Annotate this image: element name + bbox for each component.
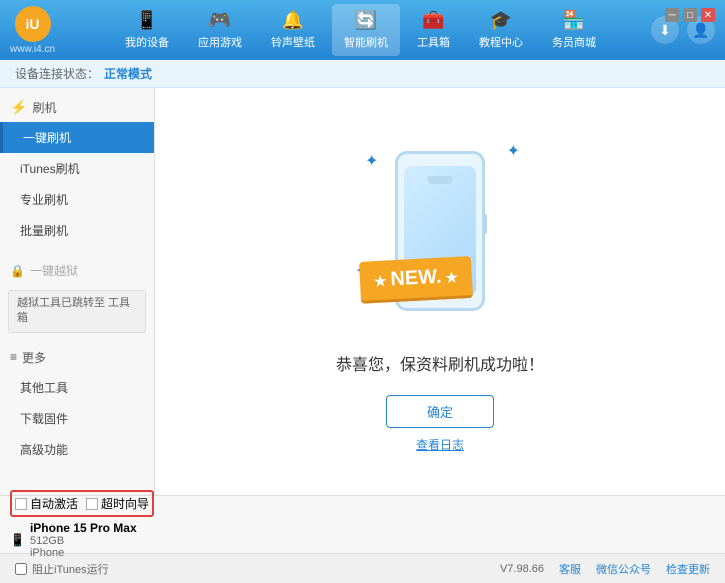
timed-guide-checkbox[interactable] xyxy=(86,498,98,510)
jailbreak-section: 🔒 一键越狱 越狱工具已跳转至 工具箱 xyxy=(0,251,154,343)
sidebar: ⚡ 刷机 一键刷机 iTunes刷机 专业刷机 批量刷机 🔒 一键越狱 越狱工具 xyxy=(0,88,155,495)
confirm-button[interactable]: 确定 xyxy=(386,395,494,428)
phone-notch xyxy=(428,176,453,184)
nav-tutorial[interactable]: 🎓 教程中心 xyxy=(467,4,535,56)
sidebar-itunes-flash[interactable]: iTunes刷机 xyxy=(0,153,154,184)
flash-icon: 🔄 xyxy=(355,10,377,31)
sidebar-batch-flash[interactable]: 批量刷机 xyxy=(0,215,154,246)
nav-smart-flash[interactable]: 🔄 智能刷机 xyxy=(332,4,400,56)
logo-icon: iU xyxy=(15,6,51,42)
top-nav-bar: iU www.i4.cn 📱 我的设备 🎮 应用游戏 🔔 铃声壁纸 🔄 智能刷机… xyxy=(0,0,725,60)
jailbreak-disabled: 🔒 一键越狱 xyxy=(0,256,154,285)
more-section: ≡ 更多 其他工具 下载固件 高级功能 xyxy=(0,343,154,465)
logo-area: iU www.i4.cn xyxy=(10,6,55,55)
close-button[interactable]: ✕ xyxy=(701,8,715,22)
device-storage: 512GB xyxy=(30,535,137,547)
minimize-button[interactable]: ─ xyxy=(665,8,679,22)
nav-my-device[interactable]: 📱 我的设备 xyxy=(113,4,181,56)
service-link[interactable]: 客服 xyxy=(559,561,581,577)
block-itunes-checkbox[interactable] xyxy=(15,563,27,575)
nav-toolbox[interactable]: 🧰 工具箱 xyxy=(405,4,462,56)
phone-illustration: ✦ ✦ ✦ NEW. xyxy=(350,131,530,331)
flash-header: ⚡ 刷机 xyxy=(0,93,154,122)
lock-icon: 🔒 xyxy=(10,264,25,278)
nav-bar: 📱 我的设备 🎮 应用游戏 🔔 铃声壁纸 🔄 智能刷机 🧰 工具箱 🎓 教程中心… xyxy=(70,4,651,56)
main-content: ✦ ✦ ✦ NEW. 恭喜您，保资料刷机成功啦！ 确定 查看日志 xyxy=(155,88,725,495)
nav-service[interactable]: 🏪 务员商城 xyxy=(540,4,608,56)
nav-ringtones[interactable]: 🔔 铃声壁纸 xyxy=(259,4,327,56)
flash-section: ⚡ 刷机 一键刷机 iTunes刷机 专业刷机 批量刷机 xyxy=(0,88,154,251)
flash-header-label: 刷机 xyxy=(32,99,56,116)
status-label: 设备连接状态： xyxy=(15,65,99,82)
main-layout: ⚡ 刷机 一键刷机 iTunes刷机 专业刷机 批量刷机 🔒 一键越狱 越狱工具 xyxy=(0,88,725,495)
apps-icon: 🎮 xyxy=(209,10,231,31)
device-type: iPhone xyxy=(30,547,137,559)
device-bar: 自动激活 超时向导 📱 iPhone 15 Pro Max 512GB iPho… xyxy=(0,495,725,553)
bottom-left: 阻止iTunes运行 xyxy=(15,561,109,577)
maximize-button[interactable]: □ xyxy=(683,8,697,22)
timed-guide-label[interactable]: 超时向导 xyxy=(86,495,149,512)
sparkle-top-left: ✦ xyxy=(365,151,378,171)
check-update-link[interactable]: 检查更新 xyxy=(666,561,710,577)
phone-button xyxy=(483,214,487,234)
sidebar-download-firmware[interactable]: 下载固件 xyxy=(0,403,154,434)
logo-url: www.i4.cn xyxy=(10,44,55,55)
more-icon: ≡ xyxy=(10,350,17,364)
iphone-icon: 📱 xyxy=(10,533,25,547)
nav-apps-games[interactable]: 🎮 应用游戏 xyxy=(186,4,254,56)
sparkle-top-right: ✦ xyxy=(507,141,520,161)
more-header: ≡ 更多 xyxy=(0,343,154,372)
block-itunes-label: 阻止iTunes运行 xyxy=(32,561,109,577)
device-name: iPhone 15 Pro Max xyxy=(30,521,137,535)
service-icon: 🏪 xyxy=(563,10,585,31)
sidebar-advanced[interactable]: 高级功能 xyxy=(0,434,154,465)
status-bar: 设备连接状态： 正常模式 xyxy=(0,60,725,88)
sidebar-other-tools[interactable]: 其他工具 xyxy=(0,372,154,403)
jailbreak-notice: 越狱工具已跳转至 工具箱 xyxy=(8,290,146,333)
flash-header-icon: ⚡ xyxy=(10,99,27,116)
status-value: 正常模式 xyxy=(104,65,152,82)
view-log-link[interactable]: 查看日志 xyxy=(416,436,464,453)
toolbox-icon: 🧰 xyxy=(422,10,444,31)
window-controls: ─ □ ✕ xyxy=(665,8,715,22)
sidebar-pro-flash[interactable]: 专业刷机 xyxy=(0,184,154,215)
new-badge: NEW. xyxy=(359,256,473,304)
success-message: 恭喜您，保资料刷机成功啦！ xyxy=(336,351,544,375)
device-icon: 📱 xyxy=(136,10,158,31)
auto-activate-label[interactable]: 自动激活 xyxy=(15,495,78,512)
bottom-right: V7.98.66 客服 微信公众号 检查更新 xyxy=(500,561,710,577)
auto-activate-checkbox[interactable] xyxy=(15,498,27,510)
sidebar-one-click-flash[interactable]: 一键刷机 xyxy=(0,122,154,153)
tutorial-icon: 🎓 xyxy=(490,10,512,31)
version-label: V7.98.66 xyxy=(500,563,544,575)
device-options-highlight: 自动激活 超时向导 xyxy=(10,490,154,517)
wechat-link[interactable]: 微信公众号 xyxy=(596,561,651,577)
ringtone-icon: 🔔 xyxy=(282,10,304,31)
